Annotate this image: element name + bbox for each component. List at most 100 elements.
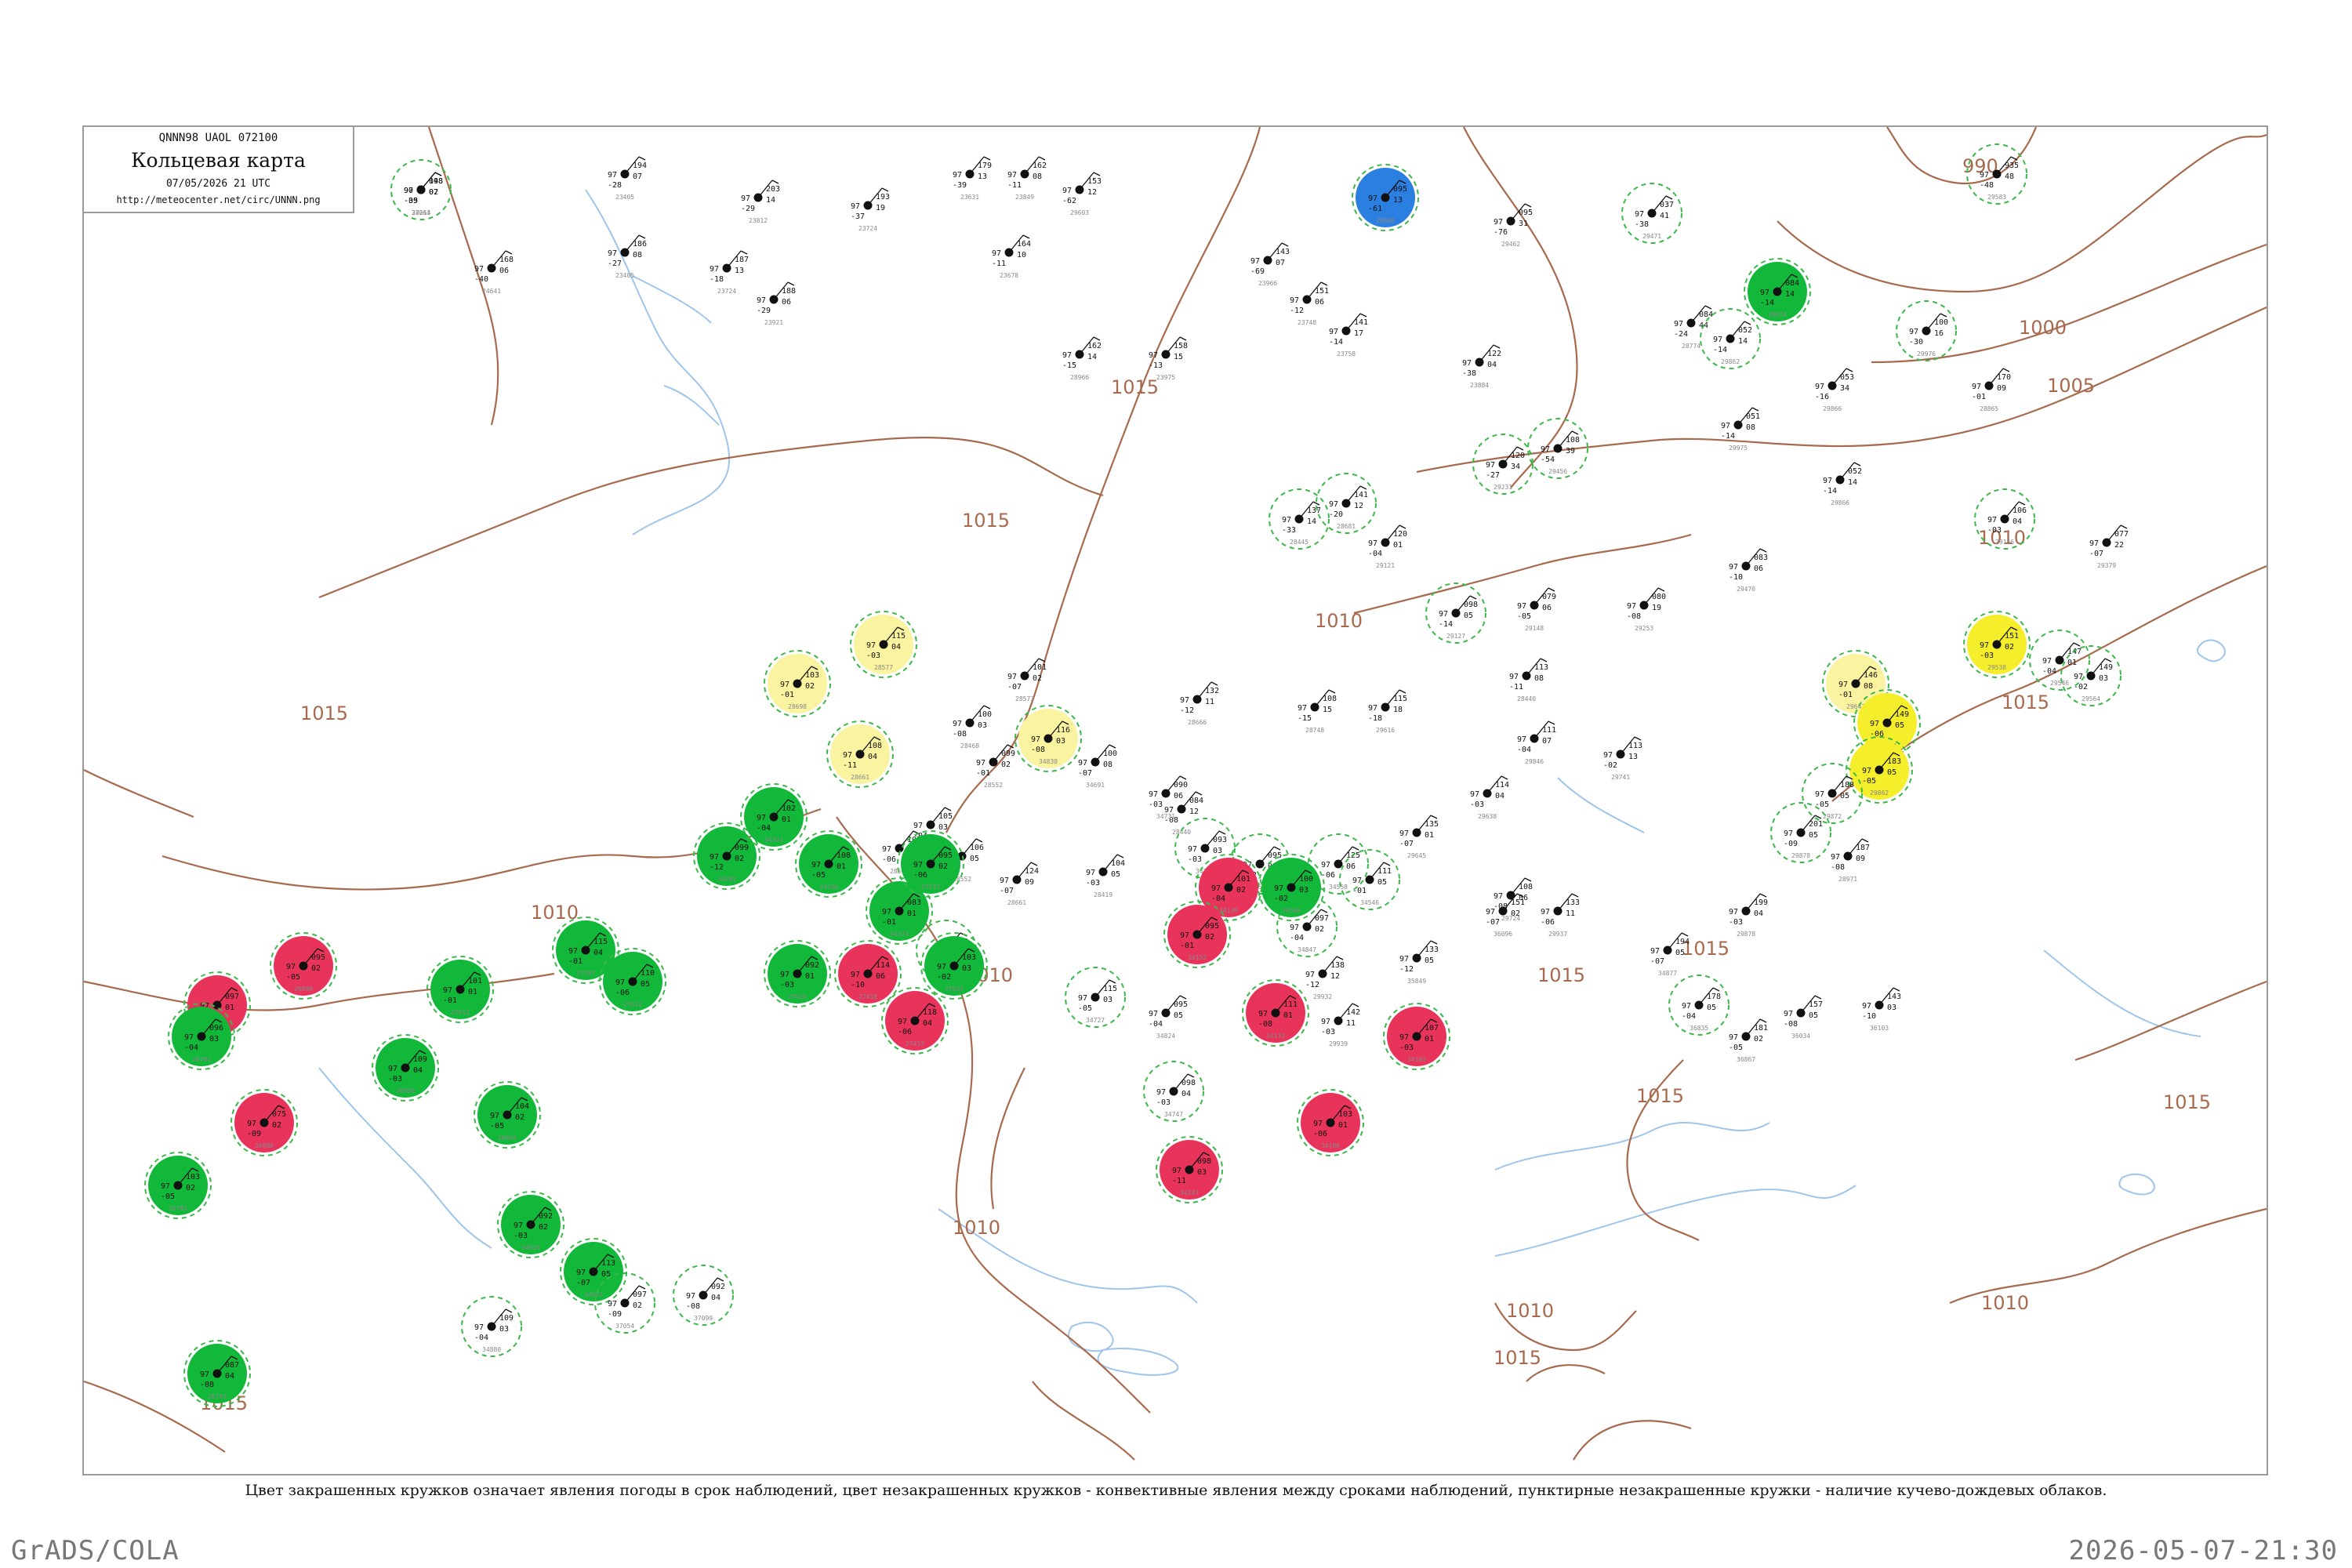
source-url[interactable]: http://meteocenter.net/circ/UNNN.png (84, 194, 353, 205)
weather-station[interactable]: 97-12 133 05 35849 (1399, 940, 1439, 985)
station-pressure-tendency: 04 (923, 1019, 932, 1028)
weather-station[interactable]: 97-03 090 06 34731 (1149, 775, 1188, 820)
weather-station[interactable]: 97 -02 149 03 29564 (2060, 645, 2122, 706)
weather-station[interactable]: 97 -05 095 02 26898 (270, 932, 337, 1000)
weather-station[interactable]: 97 -11 113 08 28440 (1509, 658, 1548, 702)
weather-station[interactable]: 97 -03 104 05 28419 (1086, 854, 1125, 898)
wind-barb-icon (1430, 940, 1438, 945)
weather-station[interactable]: 97-05 079 06 29148 (1517, 587, 1556, 632)
weather-station[interactable]: 97-02 113 13 29741 (1603, 736, 1642, 781)
weather-station[interactable]: 97-240844428774 (1674, 305, 1713, 350)
weather-station[interactable]: 97 -09 075 02 26880 (230, 1089, 298, 1156)
weather-station[interactable]: 97-05 115 03 34727 (1065, 967, 1126, 1028)
weather-station[interactable]: 97 -07 135 01 29645 (1399, 815, 1439, 859)
weather-station[interactable]: 97 -08 116 03 34838 (1014, 705, 1082, 772)
weather-station[interactable]: 97 -03 107 01 34163 (1383, 1003, 1450, 1070)
weather-station[interactable]: 97-14 098 05 29127 (1425, 583, 1486, 644)
weather-station[interactable]: 97 -14 052 14 29862 (1700, 308, 1761, 369)
weather-station[interactable]: 97 -08 111 01 34172 (1242, 979, 1309, 1047)
weather-station[interactable]: 97-76 095 31 29462 (1494, 203, 1533, 248)
weather-station[interactable]: 97 -03 199 04 29878 (1729, 893, 1768, 938)
weather-station[interactable]: 97 -61 095 13 29600 (1352, 164, 1419, 231)
weather-station[interactable]: 97 -27 186 08 23405 (608, 234, 647, 279)
weather-station[interactable]: 97 -10 114 06 27418 (834, 940, 902, 1007)
weather-station[interactable]: 97 -01 170 09 28865 (1972, 368, 2011, 412)
weather-station[interactable]: 97 -03 142 11 29939 (1321, 1003, 1360, 1047)
weather-station[interactable]: 97 -30 100 16 29976 (1896, 300, 1957, 361)
weather-station[interactable]: 97-38 037 41 29471 (1621, 183, 1682, 244)
weather-station[interactable]: 97-13 158 15 23975 (1149, 336, 1188, 381)
weather-station[interactable]: 97 -07 077 22 29379 (2089, 524, 2129, 569)
weather-station[interactable]: 97-15 162 14 28966 (1062, 336, 1102, 381)
weather-station[interactable]: 97-07 194 05 34877 (1650, 932, 1690, 977)
weather-station[interactable]: 97 -09 098 02 37213 (390, 159, 452, 220)
weather-station[interactable]: 97-071130534927 (560, 1238, 627, 1305)
weather-station[interactable]: 97-07 100 08 34691 (1078, 744, 1117, 789)
weather-station[interactable]: 97-12 132 11 28666 (1180, 681, 1219, 726)
weather-station[interactable]: 97 -14 141 17 23758 (1329, 313, 1368, 358)
weather-station[interactable]: 97 -04 109 03 34880 (461, 1296, 522, 1357)
weather-station[interactable]: 97-18 187 13 23724 (710, 250, 749, 295)
weather-station[interactable]: 97 -14 084 14 29874 (1744, 258, 1811, 325)
weather-station[interactable]: 97-20 141 12 28681 (1316, 473, 1377, 534)
station-index: 34186 (1321, 1142, 1340, 1149)
weather-station[interactable]: 97-05 103 02 26785 (144, 1152, 212, 1219)
weather-station[interactable]: 97-08 187 09 28971 (1831, 838, 1870, 883)
weather-station[interactable]: 97 -01 103 02 28698 (764, 650, 831, 717)
weather-station[interactable]: 97 -08 157 05 36034 (1784, 995, 1823, 1040)
weather-station[interactable]: 97 -62 153 12 29603 (1062, 172, 1102, 216)
weather-station[interactable]: 97-11 108 04 28661 (826, 720, 894, 788)
weather-station[interactable]: 97-08 080 19 29253 (1627, 587, 1666, 632)
weather-station[interactable]: 97-69 143 07 23966 (1250, 242, 1290, 287)
weather-station[interactable]: 97-04 178 05 36835 (1668, 975, 1730, 1036)
weather-station[interactable]: 97 -05 108 01 34336 (795, 830, 862, 898)
weather-station[interactable]: 97 -12 151 06 23748 (1290, 281, 1329, 326)
weather-station[interactable]: 97 -09 201 05 29878 (1770, 802, 1831, 863)
map-caption: Цвет закрашенных кружков означает явлени… (245, 1482, 2107, 1499)
weather-station[interactable]: 97 -33 137 14 28445 (1269, 488, 1330, 550)
weather-station[interactable]: 97 -03 092 02 34915 (497, 1191, 564, 1258)
weather-station[interactable]: 97 -06 118 04 27417 (881, 987, 949, 1054)
weather-station[interactable]: 97 -02 103 03 27823 (920, 932, 988, 1000)
weather-station[interactable]: 97 -04 095 05 34824 (1149, 995, 1188, 1040)
weather-station[interactable]: 97 -12 138 12 29932 (1305, 956, 1345, 1000)
weather-station[interactable]: 97 -07 124 09 28661 (1000, 862, 1039, 906)
weather-station[interactable]: 97 -11 098 03 34247 (1156, 1136, 1223, 1203)
weather-station[interactable]: 97 -08 100 03 28468 (953, 705, 992, 750)
weather-station[interactable]: 97 -11 164 10 23678 (992, 234, 1031, 279)
weather-station[interactable]: 97 -05 181 02 36867 (1729, 1018, 1768, 1063)
weather-station[interactable]: 97 -03 151 02 29538 (1963, 611, 2031, 678)
weather-station[interactable]: 97-40 168 06 24641 (474, 250, 514, 295)
weather-station[interactable]: 97-01 101 01 27611 (426, 956, 494, 1023)
weather-station[interactable]: 97-03 114 04 29638 (1470, 775, 1509, 820)
weather-station[interactable]: 97-11 162 08 23849 (1007, 156, 1047, 201)
weather-station[interactable]: 97-15 108 15 28748 (1298, 689, 1337, 734)
weather-station[interactable]: 97-27 120 34 29231 (1472, 434, 1534, 495)
weather-station[interactable]: 97-38 122 04 23884 (1462, 344, 1501, 389)
weather-station[interactable]: 97 -29 203 14 23812 (741, 180, 780, 224)
weather-station[interactable]: 97 -03 115 04 28577 (850, 611, 917, 678)
weather-station[interactable]: 97 -14 052 14 29866 (1823, 462, 1862, 506)
weather-station[interactable]: 97-39 179 13 23631 (953, 156, 992, 201)
weather-station[interactable]: 97 -05 104 02 26863 (474, 1081, 541, 1149)
weather-station[interactable]: 97 -14 051 08 29975 (1721, 407, 1760, 452)
weather-station[interactable]: 97 -06 133 11 29937 (1541, 893, 1580, 938)
station-pressure-tendency: 19 (1652, 604, 1661, 612)
weather-station[interactable]: 97 -03 092 01 27625 (764, 940, 831, 1007)
weather-station[interactable]: 97-03 098 04 34747 (1143, 1061, 1204, 1122)
weather-station[interactable]: 97 -04 111 07 29846 (1517, 720, 1556, 765)
weather-station[interactable]: 97-08 092 04 37099 (673, 1265, 734, 1326)
weather-station[interactable]: 97 -03 109 04 26850 (372, 1034, 439, 1102)
weather-station[interactable]: 97-37 193 19 23724 (851, 187, 890, 232)
station-index: 34915 (521, 1244, 540, 1251)
weather-station[interactable]: 97 -06 103 01 34186 (1297, 1089, 1364, 1156)
weather-station[interactable]: 97-10 143 03 36103 (1862, 987, 1901, 1032)
weather-station[interactable]: 97-18 115 18 29616 (1368, 689, 1407, 734)
weather-station[interactable]: 97-28 194 07 23405 (608, 156, 647, 201)
weather-station[interactable]: 97-10 083 06 29470 (1729, 548, 1768, 593)
weather-station[interactable]: 97 -29 188 06 23921 (757, 281, 796, 326)
weather-station[interactable]: 97 -04 120 01 29121 (1368, 524, 1407, 569)
weather-station[interactable]: 97 -16 053 34 29866 (1815, 368, 1854, 412)
weather-station[interactable]: 97 -01 111 05 34546 (1339, 849, 1400, 910)
weather-station[interactable]: 97 -07 101 02 28573 (1007, 658, 1047, 702)
